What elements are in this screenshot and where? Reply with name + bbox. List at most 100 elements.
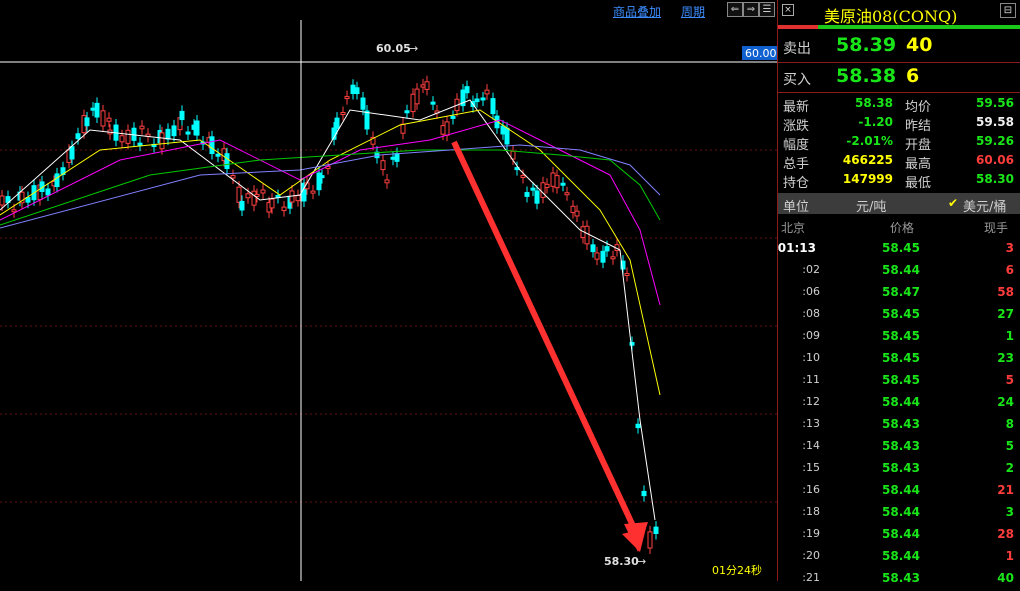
tick-price: 58.43 [882,439,920,453]
candle [550,172,556,187]
candle [604,246,610,252]
candle [380,160,386,171]
candle [310,190,316,194]
candle [390,156,396,160]
tick-price: 58.45 [882,241,920,255]
candle [464,86,470,94]
stat-label: 开盘 [905,138,932,153]
tick-volume: 6 [1005,263,1014,277]
moving-average-lines [0,99,661,521]
buy-quantity: 6 [906,65,920,87]
candle [350,84,356,94]
kline-chart[interactable]: 60.05 → 58.30 → 60.00 01分24秒 [0,0,777,581]
tick-time: :16 [802,483,820,496]
candle [11,209,17,213]
tick-row: :02 58.44 6 [778,263,1020,283]
candle [600,250,606,263]
title-underline-red [778,25,818,29]
candlestick-series [0,75,659,555]
candle [334,117,340,129]
stat-label: 最高 [905,157,932,172]
scroll-left-icon[interactable]: ⇐ [727,2,743,17]
candle [554,175,560,189]
candle [194,120,200,136]
tick-volume: 3 [1005,241,1014,255]
tick-price: 58.44 [882,505,920,519]
candle [224,153,230,170]
unit-value-usd[interactable]: 美元/桶 [963,196,1006,215]
tick-price: 58.45 [882,329,920,343]
tick-row: :06 58.47 58 [778,285,1020,305]
candle [100,110,106,127]
sell-quantity: 40 [906,34,933,56]
stat-value: 59.26 [976,134,1014,148]
candle [159,132,165,150]
candle [400,123,406,134]
ma-line-30 [0,149,661,226]
tick-volume: 1 [1005,549,1014,563]
candle [245,193,251,199]
tick-time: :06 [802,285,820,298]
tick-price: 58.44 [882,549,920,563]
ma-line-60 [0,144,661,229]
menu-toggle-icon[interactable]: ☰ [759,2,775,17]
tick-row: :08 58.45 27 [778,307,1020,327]
stat-label: 均价 [905,100,932,115]
tick-time: :10 [802,351,820,364]
candle [504,127,510,145]
candle [590,244,596,253]
stat-value: 60.06 [976,153,1014,167]
scroll-right-icon[interactable]: ⇒ [743,2,759,17]
candle [54,173,60,188]
tick-volume: 24 [997,395,1014,409]
tick-volume: 1 [1005,329,1014,343]
candle [90,107,96,111]
candle [540,182,546,198]
tick-price: 58.43 [882,461,920,475]
stat-value: 59.58 [976,115,1014,129]
countdown-timer: 01分24秒 [712,563,762,577]
candle [440,125,446,135]
unit-value-yuan[interactable]: 元/吨 [856,196,886,215]
candle [635,423,641,429]
candle [574,210,580,217]
tick-time: :09 [802,329,820,342]
overlay-button[interactable]: 商品叠加 [613,3,661,20]
tick-row: :12 58.44 24 [778,395,1020,415]
candle [624,272,630,276]
tick-volume: 28 [997,527,1014,541]
candle [404,110,410,114]
tick-volume: 2 [1005,461,1014,475]
candle [215,153,221,157]
tick-price: 58.45 [882,307,920,321]
low-price-label: 58.30 [604,555,639,568]
tick-price: 58.44 [882,263,920,277]
tick-row: :15 58.43 2 [778,461,1020,481]
sell-label: 卖出 [783,41,811,57]
candle [0,195,5,206]
sell-price: 58.39 [836,34,897,56]
panel-close-icon[interactable]: × [782,4,794,16]
candle [354,87,360,95]
stat-label: 持仓 [783,176,810,191]
tick-time: 01:13 [777,241,816,255]
period-button[interactable]: 周期 [681,3,705,20]
stat-value: -2.01% [846,134,893,148]
tick-price: 58.43 [882,417,920,431]
candle [236,186,242,203]
stat-value: 466225 [842,153,893,167]
ma-line-20 [0,119,661,306]
tick-volume: 40 [997,571,1014,585]
candle [360,97,366,110]
candle [179,110,185,121]
candle [119,135,125,143]
panel-settings-icon[interactable]: ⊟ [1000,3,1016,18]
unit-label: 单位 [783,200,810,215]
candle [260,189,266,194]
stat-label: 最新 [783,100,810,115]
high-arrow: → [409,42,418,55]
candle [269,198,275,209]
candle [430,101,436,105]
candle [45,188,51,196]
candle [239,200,245,211]
